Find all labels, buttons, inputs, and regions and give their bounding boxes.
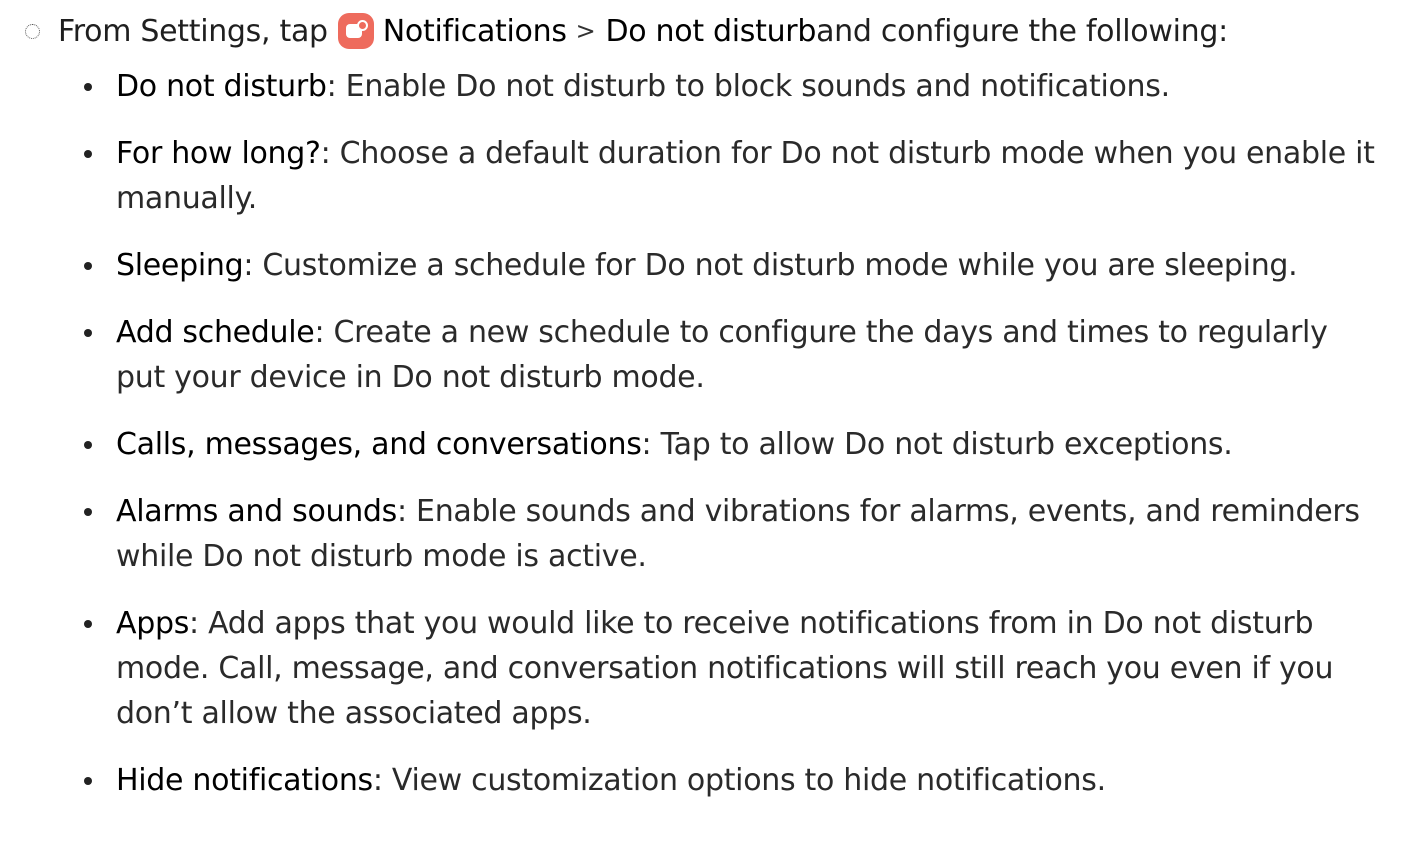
option-term: Add schedule (116, 315, 315, 350)
option-description: : Enable Do not disturb to block sounds … (326, 69, 1170, 104)
list-item: Apps: Add apps that you would like to re… (84, 601, 1384, 736)
list-item: Add schedule: Create a new schedule to c… (84, 310, 1384, 400)
option-term: For how long? (116, 136, 321, 171)
list-item: Hide notifications: View customization o… (84, 758, 1384, 803)
option-term: Apps (116, 606, 190, 641)
option-term: Do not disturb (116, 69, 327, 104)
chevron-right-icon: > (575, 17, 596, 45)
intro-line: From Settings, tap Notifications > Do no… (0, 6, 1228, 56)
option-term: Hide notifications (116, 763, 373, 798)
option-description: : Tap to allow Do not disturb exceptions… (641, 427, 1233, 462)
option-description: : Customize a schedule for Do not distur… (243, 248, 1298, 283)
do-not-disturb-menu-label: Do not disturb (605, 13, 817, 49)
options-list: Do not disturb: Enable Do not disturb to… (84, 64, 1384, 825)
option-description: : View customization options to hide not… (372, 763, 1106, 798)
option-term: Alarms and sounds (116, 494, 397, 529)
option-term: Calls, messages, and conversations (116, 427, 642, 462)
option-term: Sleeping (116, 248, 244, 283)
intro-suffix: and configure the following: (816, 13, 1228, 49)
step-ring-icon (25, 23, 40, 39)
option-description: : Add apps that you would like to receiv… (116, 606, 1334, 731)
list-item: Do not disturb: Enable Do not disturb to… (84, 64, 1384, 109)
list-item: Sleeping: Customize a schedule for Do no… (84, 243, 1384, 288)
list-item: For how long?: Choose a default duration… (84, 131, 1384, 221)
notifications-icon (337, 13, 374, 49)
list-item: Calls, messages, and conversations: Tap … (84, 422, 1384, 467)
intro-prefix: From Settings, tap (58, 13, 328, 49)
notifications-menu-label: Notifications (382, 13, 567, 49)
list-item: Alarms and sounds: Enable sounds and vib… (84, 489, 1384, 579)
